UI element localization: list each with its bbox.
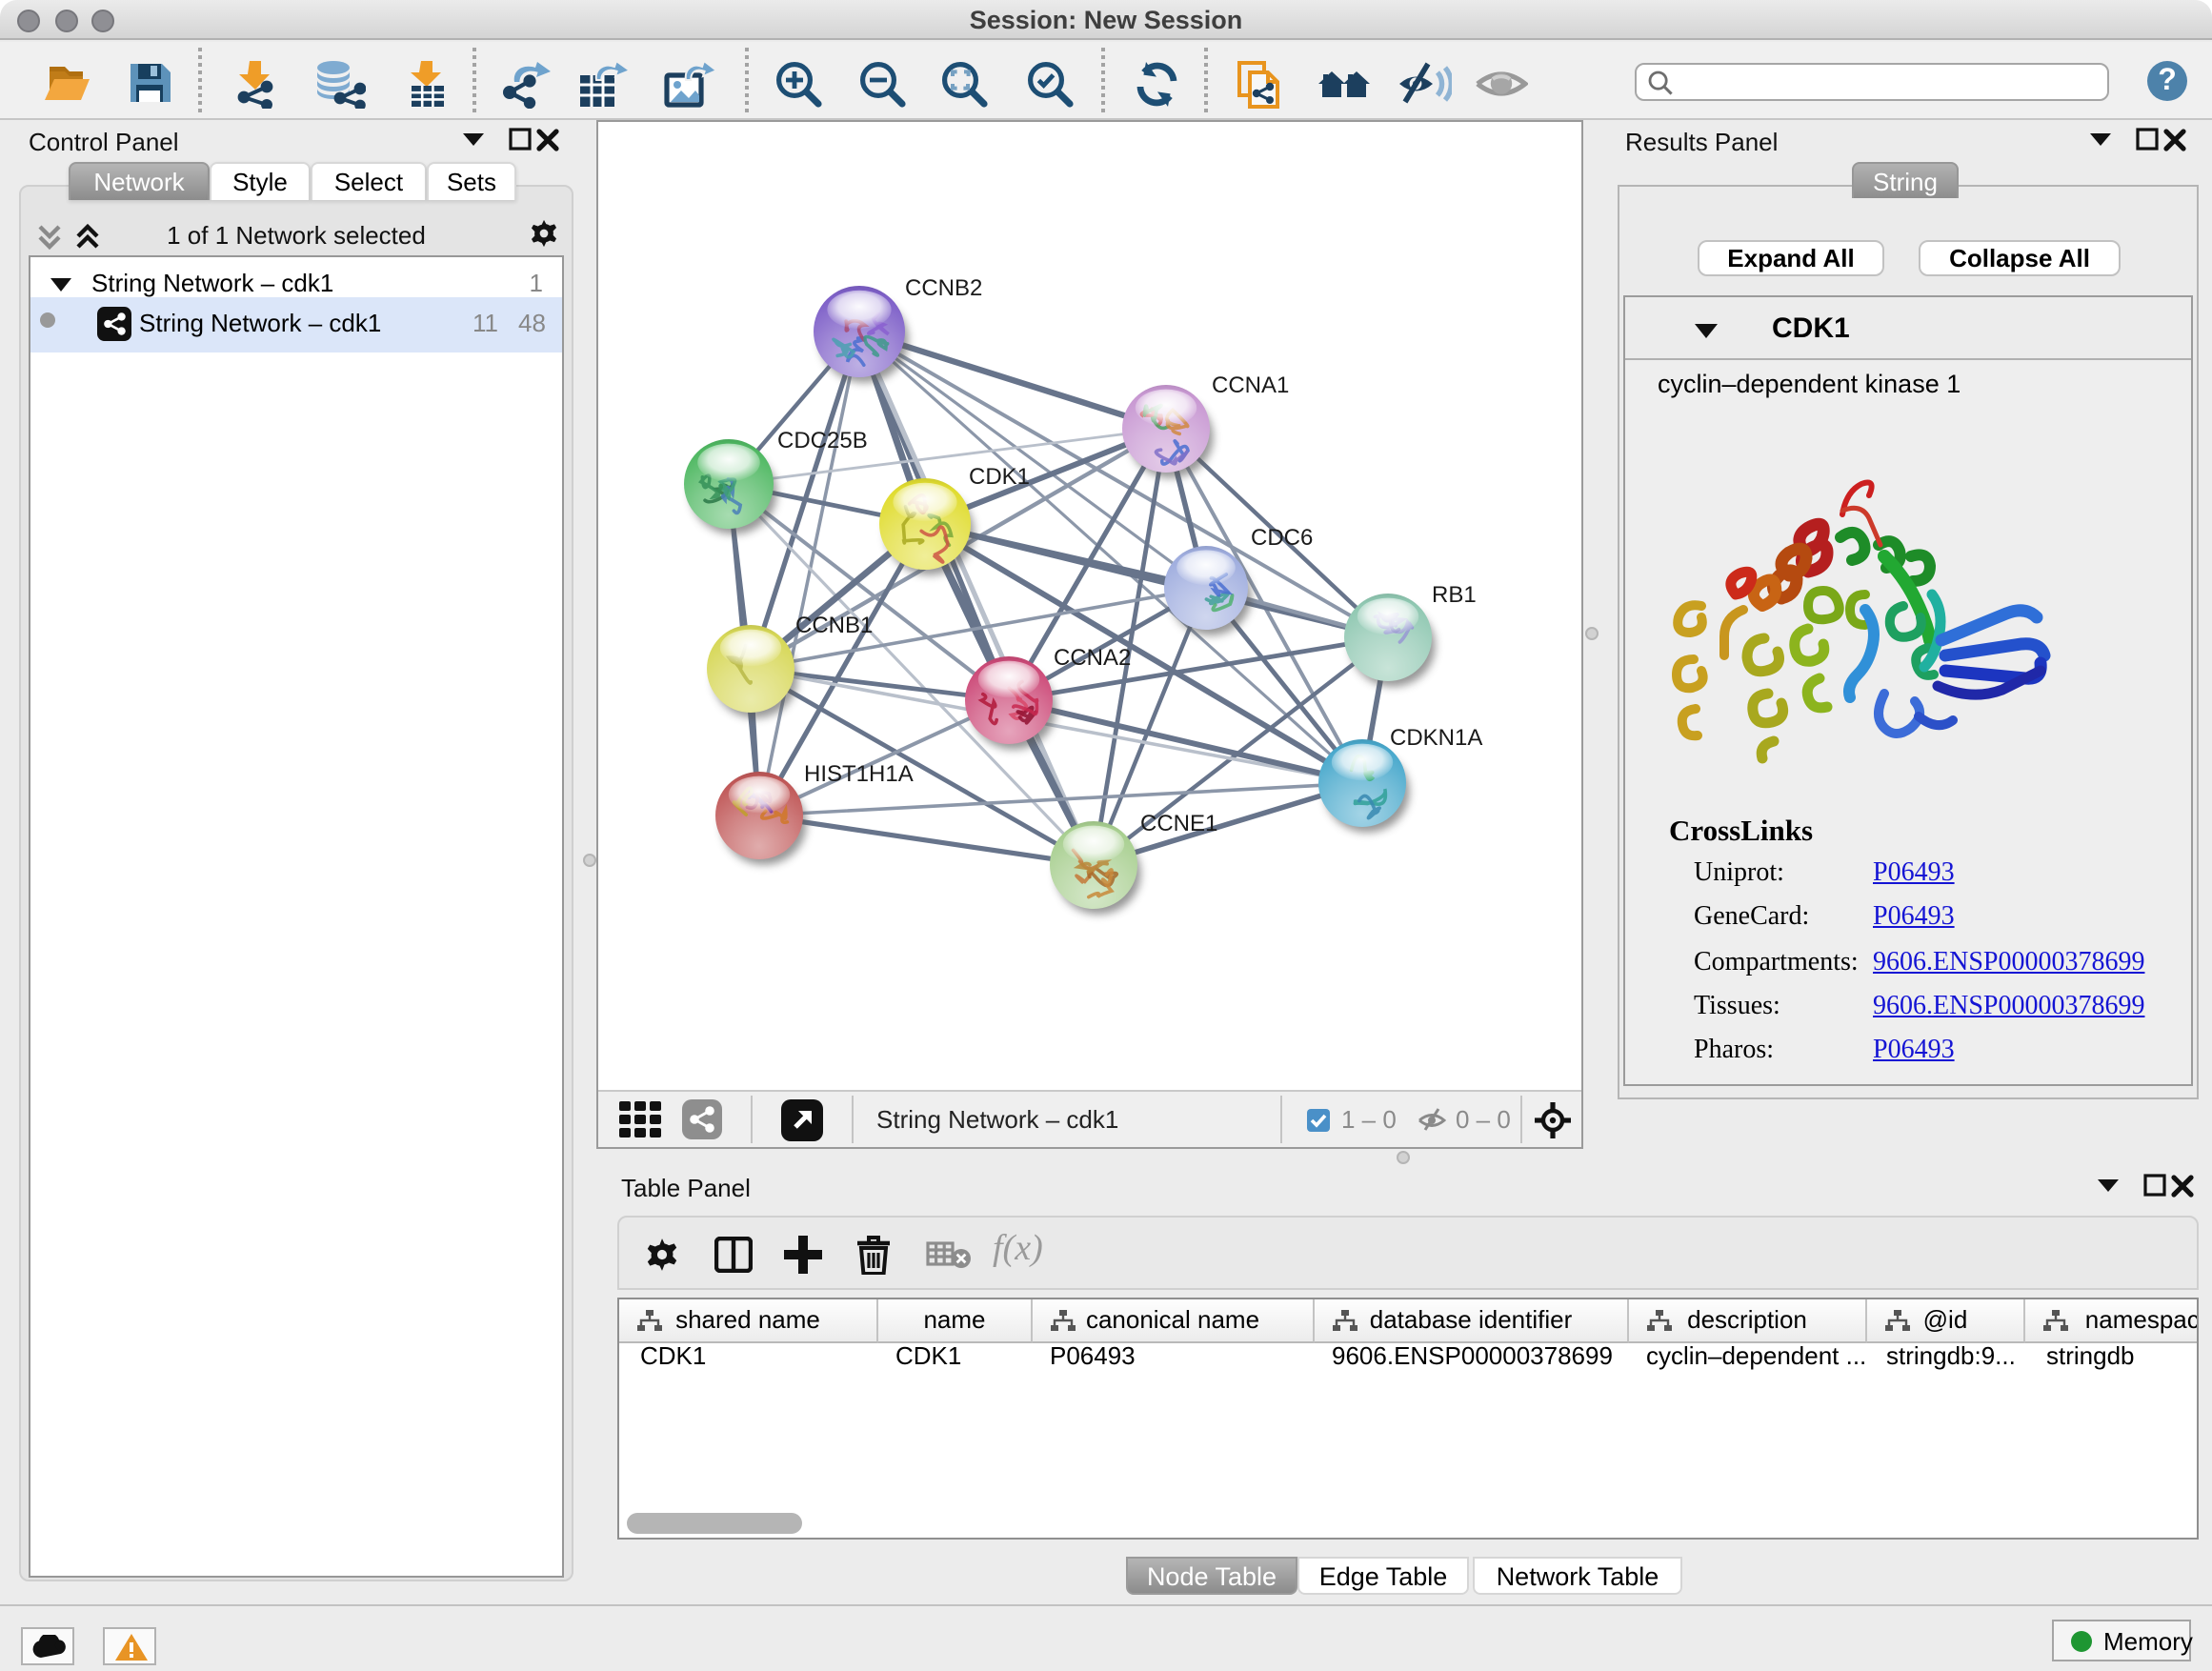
svg-text:CDC25B: CDC25B	[777, 428, 868, 453]
svg-text:CCNB1: CCNB1	[795, 613, 873, 638]
svg-text:CCNA2: CCNA2	[1054, 645, 1131, 671]
svg-text:CDKN1A: CDKN1A	[1390, 725, 1482, 751]
svg-text:CCNA1: CCNA1	[1212, 372, 1289, 398]
svg-text:CDK1: CDK1	[969, 464, 1030, 490]
svg-text:RB1: RB1	[1432, 582, 1477, 608]
svg-text:CDC6: CDC6	[1251, 525, 1313, 551]
svg-text:HIST1H1A: HIST1H1A	[804, 761, 914, 787]
svg-text:CCNE1: CCNE1	[1140, 811, 1217, 836]
svg-text:CCNB2: CCNB2	[905, 275, 982, 301]
